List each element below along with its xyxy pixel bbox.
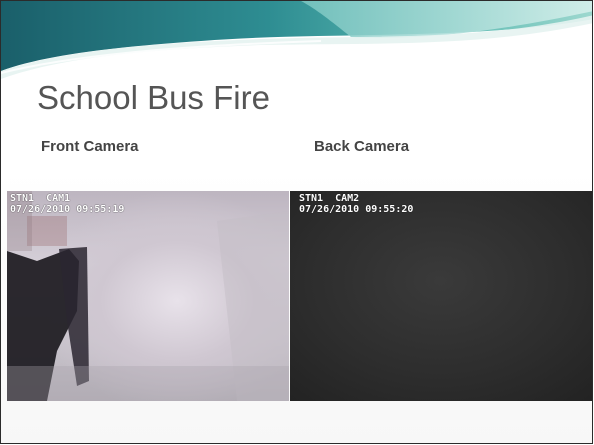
- front-camera-feed: STN1 CAM1 07/26/2010 09:55:19: [7, 191, 289, 401]
- front-camera-label: Front Camera: [41, 138, 139, 155]
- back-camera-feed: STN1 CAM2 07/26/2010 09:55:20: [290, 191, 592, 401]
- back-camera-label: Back Camera: [314, 138, 410, 155]
- header-banner: [1, 1, 592, 79]
- back-station-text: STN1 CAM2: [299, 193, 360, 204]
- front-camera-scene: [7, 191, 289, 401]
- back-feed-overlay: STN1 CAM2 07/26/2010 09:55:20: [299, 193, 413, 215]
- front-feed-overlay: STN1 CAM1 07/26/2010 09:55:19: [10, 193, 124, 215]
- slide-title: School Bus Fire: [37, 79, 270, 116]
- slide: School Bus Fire Front Camera Back Camera…: [0, 0, 593, 444]
- front-station-text: STN1 CAM1: [10, 193, 71, 204]
- front-timestamp-text: 07/26/2010 09:55:19: [10, 204, 125, 215]
- back-timestamp-text: 07/26/2010 09:55:20: [299, 204, 414, 215]
